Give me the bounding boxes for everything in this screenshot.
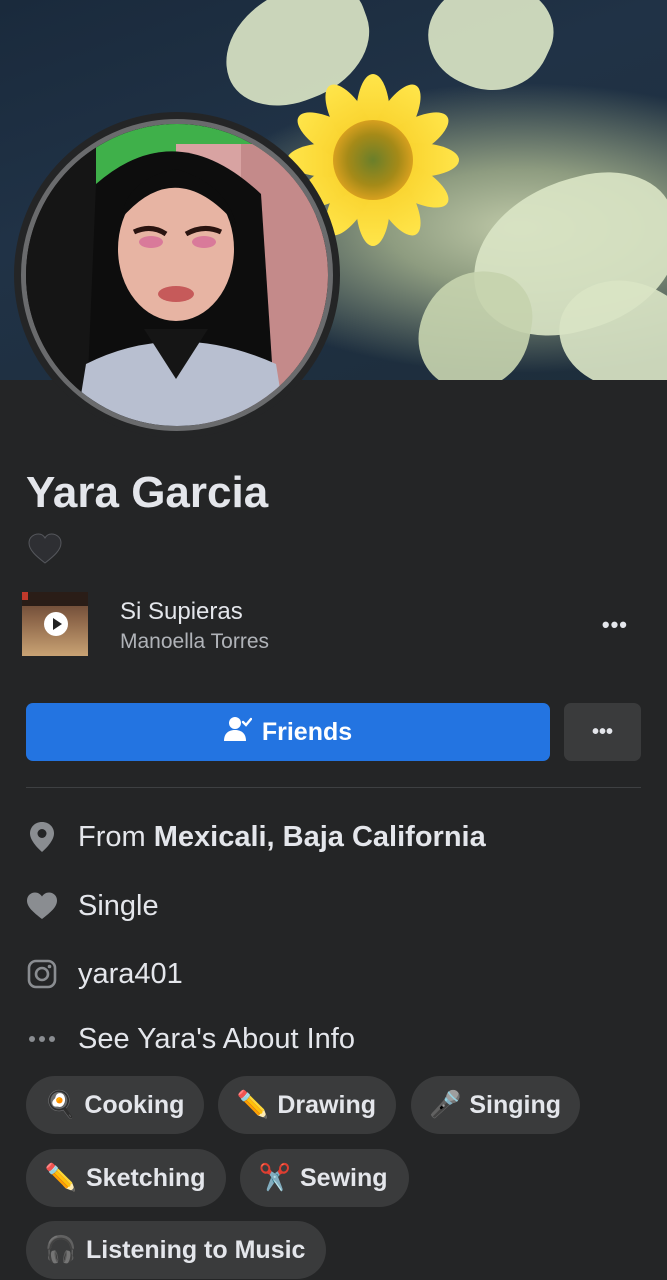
pencil-icon: ✏️ [236,1090,269,1120]
play-icon[interactable] [44,612,68,636]
info-instagram[interactable]: yara401 [26,954,641,994]
hobby-chip-cooking[interactable]: 🍳 Cooking [26,1076,204,1134]
profile-name: Yara Garcia [26,468,269,517]
hobby-label: Drawing [277,1090,376,1119]
friends-button-label: Friends [261,717,353,746]
album-art[interactable] [22,592,88,656]
microphone-icon: 🎤 [429,1090,462,1120]
song-more-button[interactable]: ••• [602,612,628,638]
hobby-chip-drawing[interactable]: ✏️ Drawing [218,1076,396,1134]
info-from: From Mexicali, Baja California [26,817,641,857]
from-prefix: From [78,820,154,853]
song-artist: Manoella Torres [120,630,270,653]
black-heart-icon [28,533,62,570]
more-options-button[interactable]: ••• [564,703,641,761]
person-check-icon [223,716,253,749]
about-info-label[interactable]: See Yara's About Info [78,1023,355,1056]
hobby-label: Listening to Music [86,1235,306,1264]
heart-icon [26,890,58,922]
profile-song[interactable]: Si Supieras Manoella Torres ••• [22,592,642,658]
song-title: Si Supieras [120,598,243,625]
hobby-label: Singing [469,1090,562,1119]
hobby-chip-sketching[interactable]: ✏️ Sketching [26,1149,226,1207]
hobby-label: Cooking [84,1090,185,1119]
hobby-label: Sketching [86,1163,206,1192]
instagram-icon [26,958,58,990]
relationship-status: Single [78,889,159,922]
pencil-icon: ✏️ [44,1163,78,1193]
scissors-icon: ✂️ [258,1163,292,1193]
instagram-handle[interactable]: yara401 [78,958,183,991]
hobby-label: Sewing [300,1163,388,1192]
see-about-info-link[interactable]: See Yara's About Info [26,1019,641,1059]
avatar [21,119,333,431]
friends-button[interactable]: Friends [26,703,550,761]
profile-picture[interactable] [14,112,340,438]
hobby-chip-singing[interactable]: 🎤 Singing [411,1076,580,1134]
info-relationship: Single [26,886,641,926]
hobby-chip-sewing[interactable]: ✂️ Sewing [240,1149,409,1207]
map-pin-icon [26,821,58,853]
ellipsis-icon [26,1023,58,1055]
headphones-icon: 🎧 [44,1235,78,1265]
from-place[interactable]: Mexicali, Baja California [154,821,486,853]
divider [26,787,641,788]
hobby-chip-listening-to-music[interactable]: 🎧 Listening to Music [26,1221,326,1279]
cooking-icon: 🍳 [44,1090,77,1120]
